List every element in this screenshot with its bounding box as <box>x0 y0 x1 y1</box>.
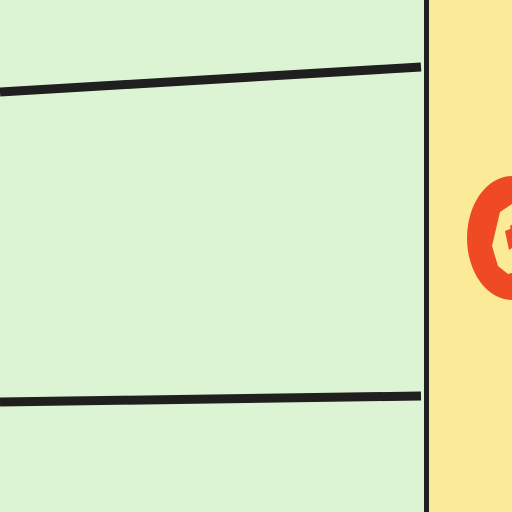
red-outlined-mascot-icon <box>466 174 512 302</box>
left-panel <box>0 0 424 512</box>
canvas <box>0 0 512 512</box>
